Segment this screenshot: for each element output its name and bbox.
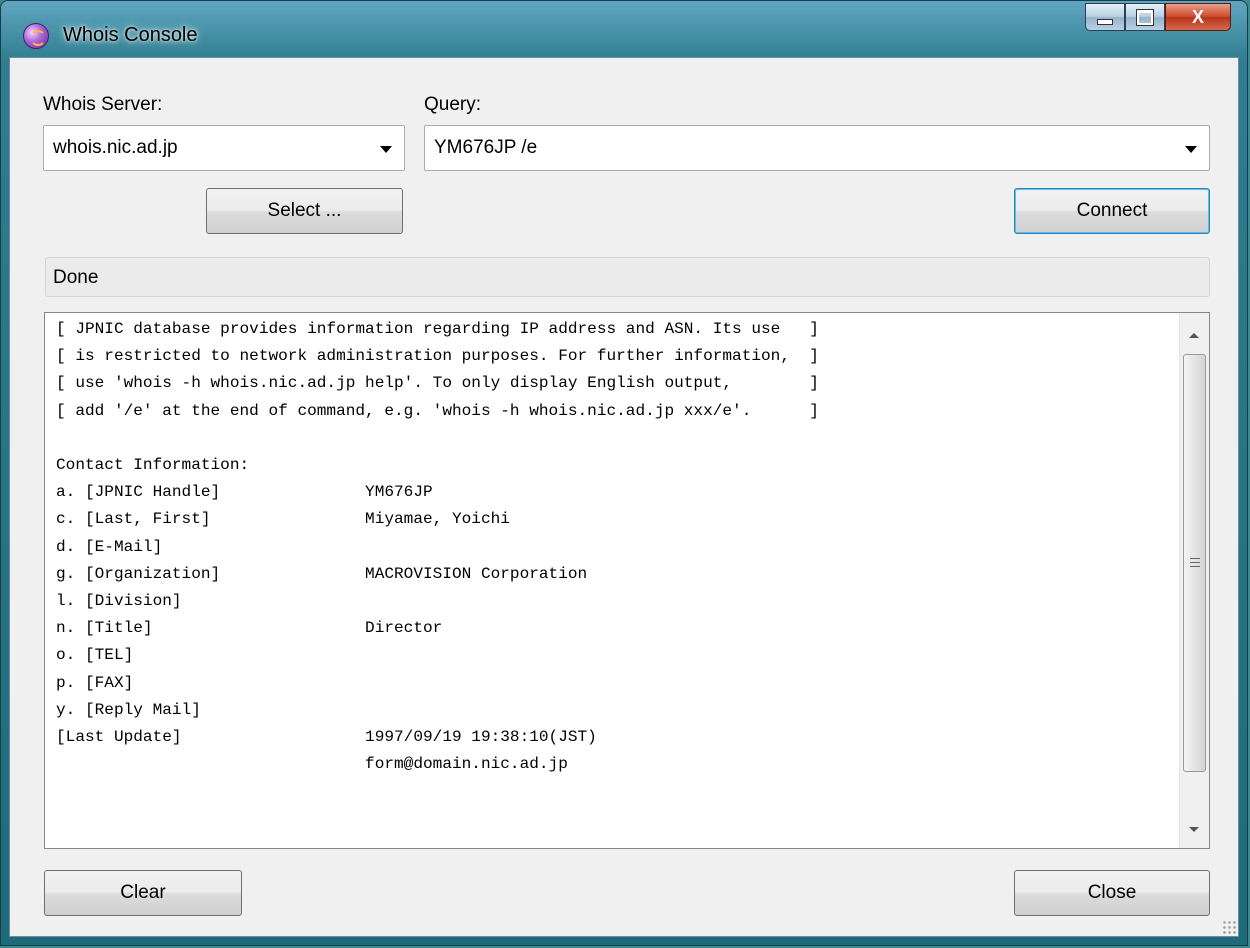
- query-combobox[interactable]: YM676JP /e: [424, 125, 1210, 171]
- whois-server-combobox[interactable]: whois.nic.ad.jp: [43, 125, 405, 171]
- chevron-down-icon[interactable]: [1185, 146, 1197, 153]
- whois-server-value: whois.nic.ad.jp: [53, 137, 178, 158]
- caption-buttons: X: [1085, 3, 1231, 33]
- output-text: [ JPNIC database provides information re…: [56, 320, 819, 774]
- minimize-button[interactable]: [1085, 3, 1125, 31]
- query-value: YM676JP /e: [434, 137, 538, 158]
- size-grip-icon[interactable]: [1222, 920, 1236, 934]
- whois-server-label: Whois Server:: [43, 94, 163, 115]
- maximize-icon: [1136, 8, 1154, 26]
- grip-icon: [1190, 558, 1200, 567]
- scroll-thumb[interactable]: [1183, 354, 1206, 772]
- vertical-scrollbar[interactable]: [1179, 313, 1209, 848]
- whois-console-window: Whois Console X Whois Server: Query: who…: [0, 0, 1248, 946]
- scroll-down-arrow-icon[interactable]: [1189, 827, 1199, 832]
- clear-button[interactable]: Clear: [44, 870, 242, 916]
- connect-button[interactable]: Connect: [1014, 188, 1210, 234]
- close-icon: X: [1191, 6, 1204, 27]
- output-textarea[interactable]: [ JPNIC database provides information re…: [44, 312, 1210, 849]
- chevron-down-icon[interactable]: [380, 146, 392, 153]
- maximize-button[interactable]: [1125, 3, 1165, 31]
- status-text: Done: [53, 267, 99, 288]
- scroll-up-arrow-icon[interactable]: [1189, 333, 1199, 338]
- title-bar[interactable]: Whois Console X: [1, 1, 1247, 57]
- app-globe-icon: [23, 23, 49, 49]
- status-bar: Done: [45, 257, 1210, 297]
- client-area: Whois Server: Query: whois.nic.ad.jp YM6…: [9, 57, 1239, 937]
- query-label: Query:: [424, 94, 482, 115]
- minimize-icon: [1097, 19, 1113, 25]
- select-button[interactable]: Select ...: [206, 188, 403, 234]
- window-title: Whois Console: [63, 24, 198, 46]
- close-button[interactable]: Close: [1014, 870, 1210, 916]
- close-window-button[interactable]: X: [1165, 3, 1231, 31]
